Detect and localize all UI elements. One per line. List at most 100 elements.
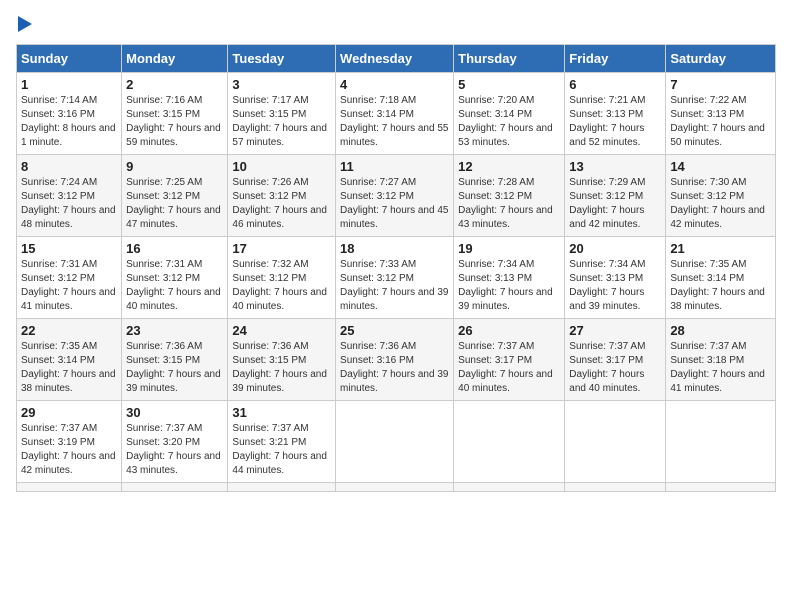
day-number: 12 (458, 159, 560, 174)
daylight: Daylight: 7 hours and 57 minutes. (232, 123, 327, 148)
calendar-day-cell: 14 Sunrise: 7:30 AM Sunset: 3:12 PM Dayl… (666, 155, 776, 237)
day-number: 30 (126, 405, 223, 420)
day-number: 15 (21, 241, 117, 256)
sunset: Sunset: 3:13 PM (458, 273, 532, 284)
daylight: Daylight: 7 hours and 45 minutes. (340, 205, 448, 230)
day-info: Sunrise: 7:24 AM Sunset: 3:12 PM Dayligh… (21, 176, 117, 232)
day-info: Sunrise: 7:29 AM Sunset: 3:12 PM Dayligh… (569, 176, 661, 232)
day-number: 11 (340, 159, 449, 174)
day-info: Sunrise: 7:17 AM Sunset: 3:15 PM Dayligh… (232, 94, 331, 150)
sunset: Sunset: 3:18 PM (670, 355, 744, 366)
sunset: Sunset: 3:15 PM (232, 109, 306, 120)
logo (16, 16, 32, 32)
calendar-day-cell: 17 Sunrise: 7:32 AM Sunset: 3:12 PM Dayl… (228, 237, 336, 319)
sunset: Sunset: 3:13 PM (670, 109, 744, 120)
day-info: Sunrise: 7:20 AM Sunset: 3:14 PM Dayligh… (458, 94, 560, 150)
sunrise: Sunrise: 7:36 AM (232, 341, 308, 352)
daylight: Daylight: 7 hours and 55 minutes. (340, 123, 448, 148)
sunset: Sunset: 3:12 PM (232, 191, 306, 202)
daylight: Daylight: 7 hours and 39 minutes. (569, 287, 644, 312)
day-info: Sunrise: 7:35 AM Sunset: 3:14 PM Dayligh… (670, 258, 771, 314)
calendar-day-cell: 4 Sunrise: 7:18 AM Sunset: 3:14 PM Dayli… (336, 73, 454, 155)
calendar-day-cell (454, 401, 565, 483)
col-saturday: Saturday (666, 45, 776, 73)
daylight: Daylight: 7 hours and 52 minutes. (569, 123, 644, 148)
sunset: Sunset: 3:16 PM (340, 355, 414, 366)
calendar-day-cell: 16 Sunrise: 7:31 AM Sunset: 3:12 PM Dayl… (122, 237, 228, 319)
sunrise: Sunrise: 7:35 AM (21, 341, 97, 352)
day-info: Sunrise: 7:30 AM Sunset: 3:12 PM Dayligh… (670, 176, 771, 232)
day-number: 3 (232, 77, 331, 92)
day-number: 5 (458, 77, 560, 92)
sunset: Sunset: 3:12 PM (670, 191, 744, 202)
calendar-day-cell (17, 483, 122, 492)
sunset: Sunset: 3:12 PM (458, 191, 532, 202)
calendar-day-cell: 19 Sunrise: 7:34 AM Sunset: 3:13 PM Dayl… (454, 237, 565, 319)
calendar-day-cell (336, 401, 454, 483)
daylight: Daylight: 7 hours and 41 minutes. (670, 369, 765, 394)
daylight: Daylight: 7 hours and 40 minutes. (126, 287, 221, 312)
calendar-day-cell: 28 Sunrise: 7:37 AM Sunset: 3:18 PM Dayl… (666, 319, 776, 401)
calendar-day-cell: 13 Sunrise: 7:29 AM Sunset: 3:12 PM Dayl… (565, 155, 666, 237)
sunrise: Sunrise: 7:24 AM (21, 177, 97, 188)
daylight: Daylight: 7 hours and 43 minutes. (458, 205, 553, 230)
day-info: Sunrise: 7:31 AM Sunset: 3:12 PM Dayligh… (21, 258, 117, 314)
day-number: 4 (340, 77, 449, 92)
col-wednesday: Wednesday (336, 45, 454, 73)
sunset: Sunset: 3:12 PM (21, 191, 95, 202)
calendar-day-cell: 27 Sunrise: 7:37 AM Sunset: 3:17 PM Dayl… (565, 319, 666, 401)
calendar-table: Sunday Monday Tuesday Wednesday Thursday… (16, 44, 776, 492)
day-info: Sunrise: 7:37 AM Sunset: 3:17 PM Dayligh… (458, 340, 560, 396)
sunrise: Sunrise: 7:16 AM (126, 95, 202, 106)
day-info: Sunrise: 7:37 AM Sunset: 3:19 PM Dayligh… (21, 422, 117, 478)
daylight: Daylight: 7 hours and 40 minutes. (458, 369, 553, 394)
calendar-week-row: 22 Sunrise: 7:35 AM Sunset: 3:14 PM Dayl… (17, 319, 776, 401)
sunset: Sunset: 3:14 PM (458, 109, 532, 120)
sunset: Sunset: 3:12 PM (340, 273, 414, 284)
day-info: Sunrise: 7:37 AM Sunset: 3:17 PM Dayligh… (569, 340, 661, 396)
sunset: Sunset: 3:21 PM (232, 437, 306, 448)
calendar-day-cell: 21 Sunrise: 7:35 AM Sunset: 3:14 PM Dayl… (666, 237, 776, 319)
day-number: 13 (569, 159, 661, 174)
calendar-week-row (17, 483, 776, 492)
day-number: 2 (126, 77, 223, 92)
sunset: Sunset: 3:12 PM (126, 191, 200, 202)
calendar-week-row: 15 Sunrise: 7:31 AM Sunset: 3:12 PM Dayl… (17, 237, 776, 319)
daylight: Daylight: 7 hours and 46 minutes. (232, 205, 327, 230)
daylight: Daylight: 7 hours and 39 minutes. (126, 369, 221, 394)
calendar-day-cell (454, 483, 565, 492)
daylight: Daylight: 7 hours and 44 minutes. (232, 451, 327, 476)
sunset: Sunset: 3:13 PM (569, 273, 643, 284)
calendar-day-cell: 26 Sunrise: 7:37 AM Sunset: 3:17 PM Dayl… (454, 319, 565, 401)
calendar-day-cell: 6 Sunrise: 7:21 AM Sunset: 3:13 PM Dayli… (565, 73, 666, 155)
logo-arrow-icon (18, 16, 32, 32)
calendar-day-cell: 10 Sunrise: 7:26 AM Sunset: 3:12 PM Dayl… (228, 155, 336, 237)
calendar-day-cell (666, 483, 776, 492)
sunset: Sunset: 3:14 PM (340, 109, 414, 120)
day-info: Sunrise: 7:34 AM Sunset: 3:13 PM Dayligh… (569, 258, 661, 314)
day-info: Sunrise: 7:35 AM Sunset: 3:14 PM Dayligh… (21, 340, 117, 396)
header (16, 16, 776, 32)
calendar-day-cell (228, 483, 336, 492)
sunset: Sunset: 3:15 PM (232, 355, 306, 366)
sunset: Sunset: 3:20 PM (126, 437, 200, 448)
sunset: Sunset: 3:12 PM (21, 273, 95, 284)
day-number: 19 (458, 241, 560, 256)
sunrise: Sunrise: 7:34 AM (569, 259, 645, 270)
daylight: Daylight: 7 hours and 38 minutes. (670, 287, 765, 312)
daylight: Daylight: 7 hours and 42 minutes. (569, 205, 644, 230)
daylight: Daylight: 7 hours and 40 minutes. (569, 369, 644, 394)
daylight: Daylight: 7 hours and 50 minutes. (670, 123, 765, 148)
sunset: Sunset: 3:16 PM (21, 109, 95, 120)
daylight: Daylight: 7 hours and 39 minutes. (340, 287, 448, 312)
day-info: Sunrise: 7:34 AM Sunset: 3:13 PM Dayligh… (458, 258, 560, 314)
daylight: Daylight: 7 hours and 40 minutes. (232, 287, 327, 312)
sunrise: Sunrise: 7:32 AM (232, 259, 308, 270)
calendar-day-cell: 23 Sunrise: 7:36 AM Sunset: 3:15 PM Dayl… (122, 319, 228, 401)
col-tuesday: Tuesday (228, 45, 336, 73)
calendar-day-cell: 15 Sunrise: 7:31 AM Sunset: 3:12 PM Dayl… (17, 237, 122, 319)
calendar-day-cell (336, 483, 454, 492)
daylight: Daylight: 7 hours and 39 minutes. (232, 369, 327, 394)
sunset: Sunset: 3:17 PM (458, 355, 532, 366)
calendar-day-cell: 11 Sunrise: 7:27 AM Sunset: 3:12 PM Dayl… (336, 155, 454, 237)
